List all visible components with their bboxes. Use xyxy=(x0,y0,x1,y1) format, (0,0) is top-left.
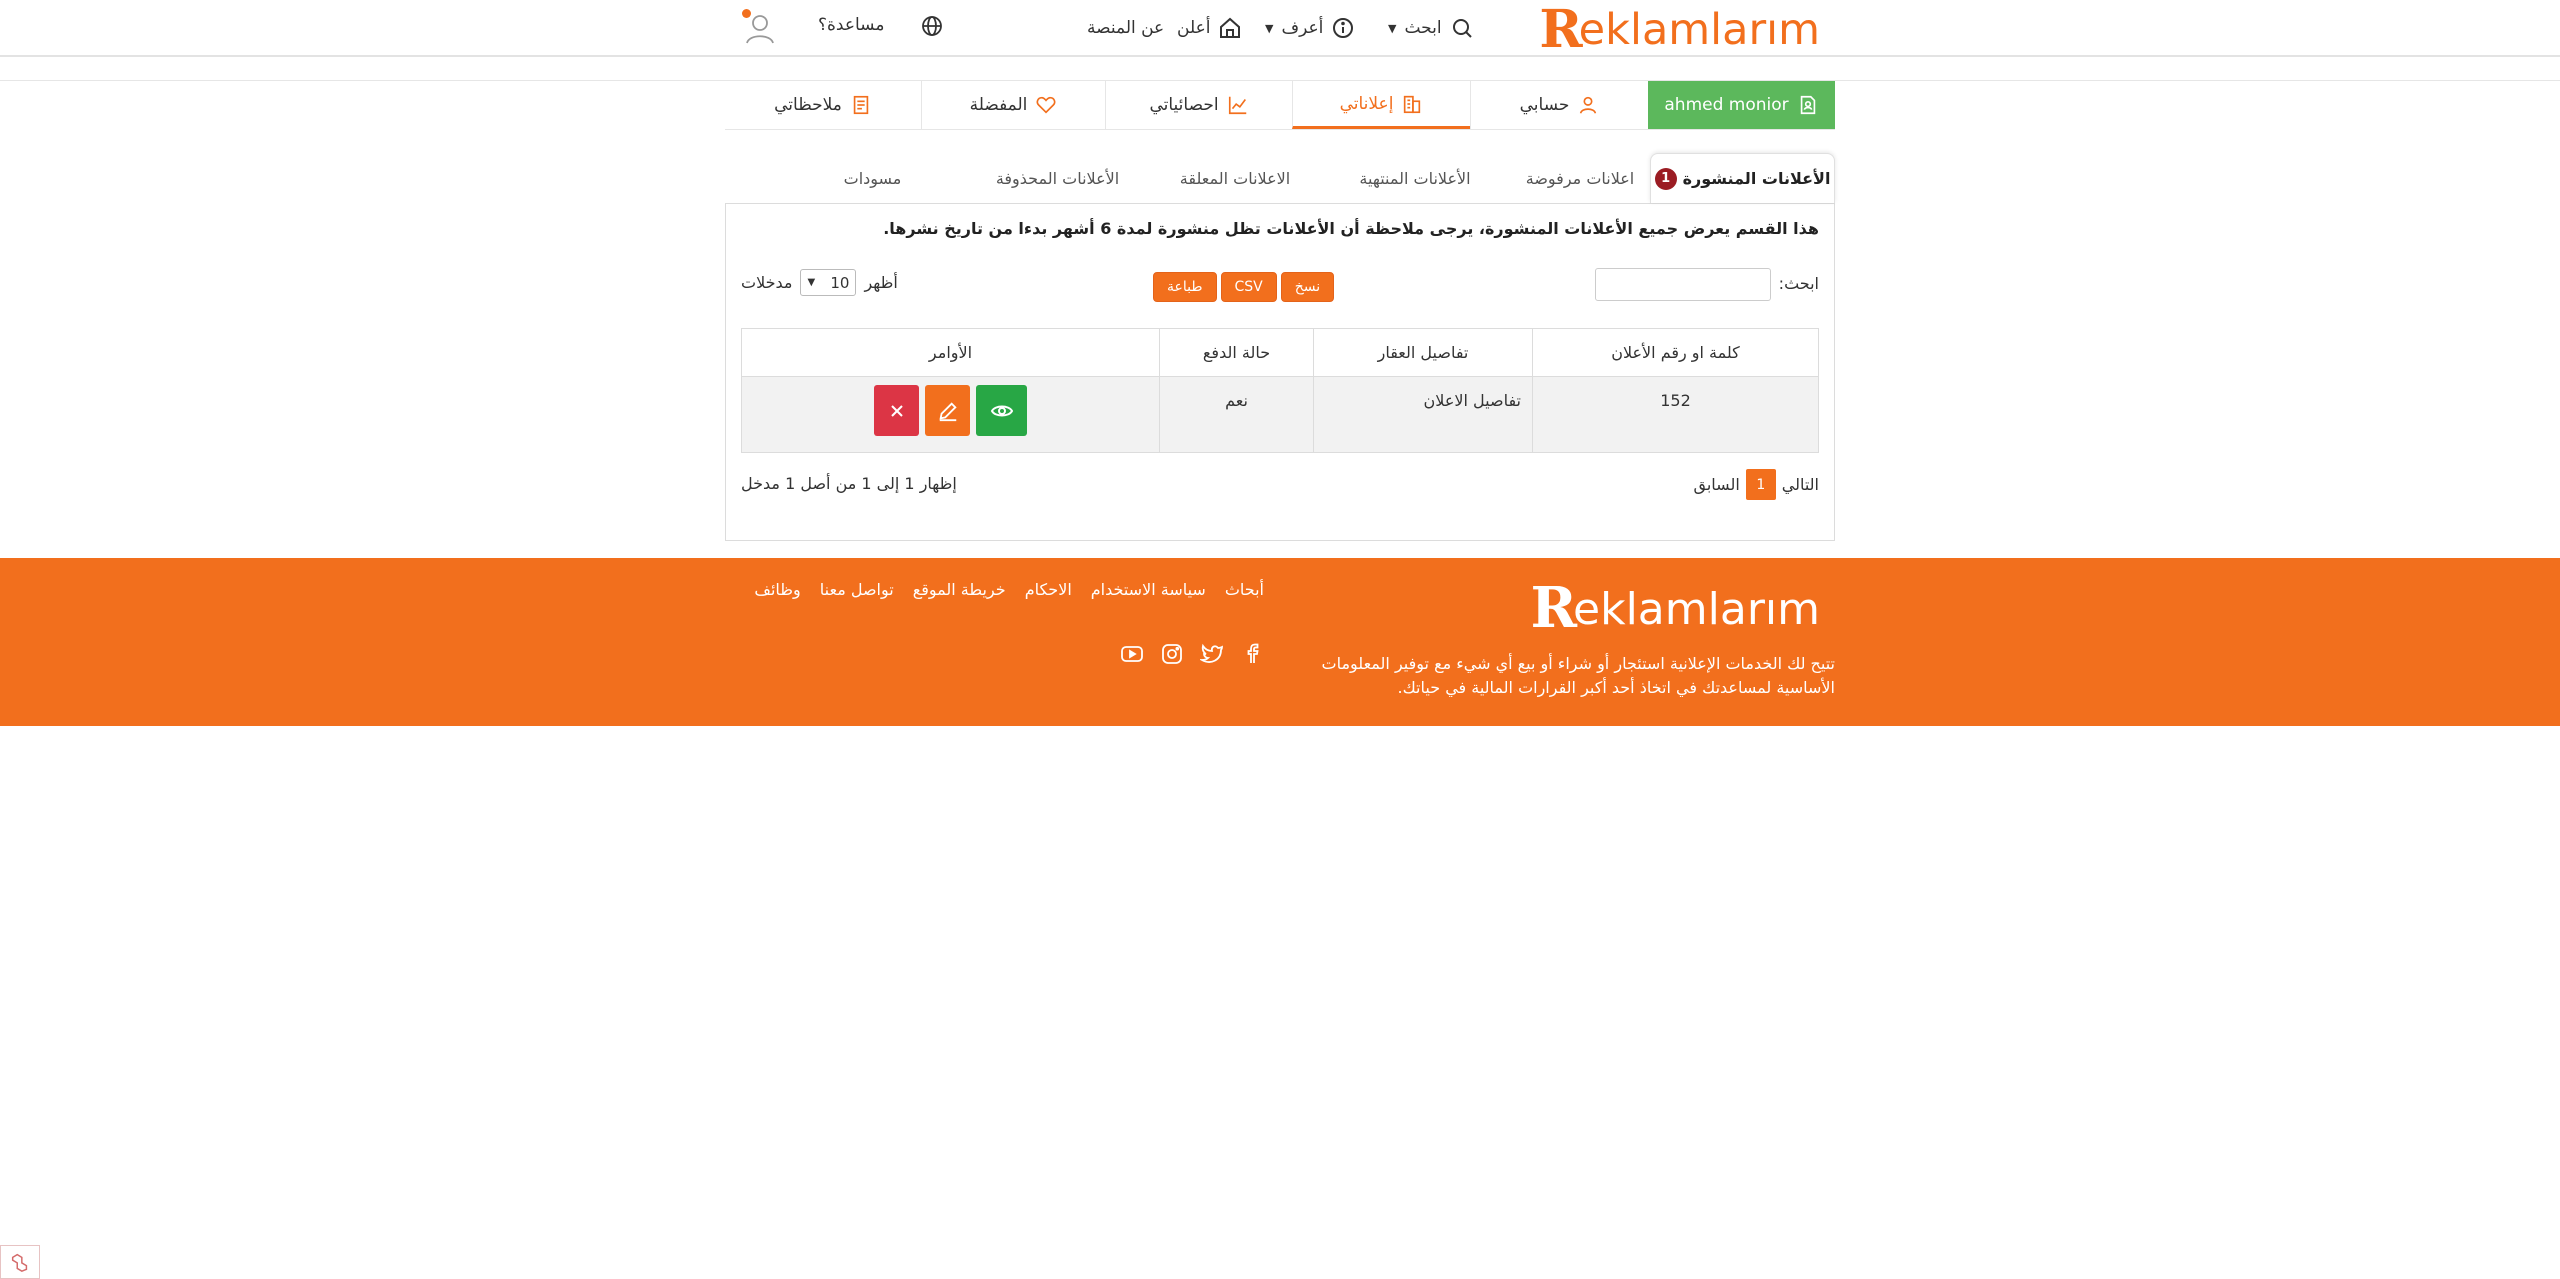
footer-link-terms[interactable]: الاحكام xyxy=(1025,580,1072,599)
published-ads-panel: هذا القسم يعرض جميع الأعلانات المنشورة، … xyxy=(725,203,1835,541)
tab-pending-ads[interactable]: الاعلانات المعلقة xyxy=(1150,153,1320,203)
copy-button[interactable]: نسخ xyxy=(1280,272,1335,302)
twitter-icon[interactable] xyxy=(1200,642,1224,666)
notes-icon xyxy=(853,95,869,115)
chart-line-icon xyxy=(1228,96,1246,115)
footer-logo[interactable]: Reklamlarım xyxy=(1530,580,1820,636)
view-button[interactable] xyxy=(976,385,1027,436)
footer-link-contact[interactable]: تواصل معنا xyxy=(820,580,894,599)
heart-icon xyxy=(1036,96,1056,114)
footer-links: وظائف تواصل معنا خريطة الموقع الاحكام سي… xyxy=(754,580,1264,599)
chevron-down-icon: ▼ xyxy=(807,277,816,288)
tab-my-ads[interactable]: إعلاناتي xyxy=(1292,81,1470,129)
page-length: مدخلات ▼ 10 أظهر xyxy=(741,269,898,296)
footer-link-usage-policy[interactable]: سياسة الاستخدام xyxy=(1091,580,1206,599)
account-tabs: ahmed monior حسابي إعلاناتي احصائياتي ال… xyxy=(725,81,1835,130)
ad-status-tabs: الأعلانات المنشورة 1 اعلانات مرفوضة الأع… xyxy=(725,153,1835,203)
nav-advertise[interactable]: أعلن xyxy=(1177,13,1242,43)
column-header: الأوامر xyxy=(741,328,1160,377)
site-logo[interactable]: Reklamlarım xyxy=(1539,4,1820,56)
help-link[interactable]: مساعدة؟ xyxy=(818,15,884,35)
chevron-down-icon: ▼ xyxy=(1388,21,1397,35)
footer-link-research[interactable]: أبحاث xyxy=(1225,580,1264,599)
tab-published-ads[interactable]: الأعلانات المنشورة 1 xyxy=(1650,153,1835,203)
csv-button[interactable]: CSV xyxy=(1220,272,1277,302)
tab-account[interactable]: حسابي xyxy=(1470,81,1648,129)
document-user-icon xyxy=(1800,95,1815,115)
ad-details-link[interactable]: تفاصيل الاعلان xyxy=(1313,376,1533,453)
footer-link-jobs[interactable]: وظائف xyxy=(754,580,800,599)
tab-notes[interactable]: ملاحظاتي xyxy=(725,81,921,129)
page-number-1[interactable]: 1 xyxy=(1745,469,1776,500)
column-header[interactable]: حالة الدفع xyxy=(1159,328,1314,377)
table-search-input[interactable] xyxy=(1595,268,1771,301)
facebook-icon[interactable] xyxy=(1240,642,1264,666)
ad-id-cell: 152 xyxy=(1532,376,1819,453)
pagination: السابق 1 التالي xyxy=(1694,469,1819,500)
section-notice: هذا القسم يعرض جميع الأعلانات المنشورة، … xyxy=(883,219,1819,238)
column-header[interactable]: كلمة او رقم الأعلان xyxy=(1532,328,1819,377)
print-button[interactable]: طباعة xyxy=(1153,272,1217,302)
site-footer: Reklamlarım تتيح لك الخدمات الإعلانية اس… xyxy=(0,558,2560,726)
user-icon xyxy=(1580,96,1597,114)
social-links xyxy=(1120,642,1264,666)
prev-page-link[interactable]: السابق xyxy=(1694,475,1740,494)
footer-link-sitemap[interactable]: خريطة الموقع xyxy=(913,580,1006,599)
building-icon xyxy=(1404,95,1421,113)
chevron-down-icon: ▼ xyxy=(1265,21,1274,35)
eye-icon xyxy=(990,405,1013,416)
export-buttons: طباعة CSV نسخ xyxy=(1153,272,1335,302)
instagram-icon[interactable] xyxy=(1160,642,1184,666)
debug-bar-icon[interactable] xyxy=(0,1245,40,1279)
actions-cell xyxy=(741,376,1160,453)
tab-expired-ads[interactable]: الأعلانات المنتهية xyxy=(1320,153,1510,203)
home-icon xyxy=(1220,17,1241,38)
page-length-select[interactable]: ▼ 10 xyxy=(800,269,857,296)
tab-user-profile[interactable]: ahmed monior xyxy=(1648,81,1835,129)
edit-button[interactable] xyxy=(925,385,970,436)
info-icon xyxy=(1333,18,1354,38)
tab-deleted-ads[interactable]: الأعلانات المحذوفة xyxy=(965,153,1150,203)
tab-drafts[interactable]: مسودات xyxy=(780,153,965,203)
globe-icon[interactable] xyxy=(920,14,944,38)
published-count-badge: 1 xyxy=(1654,167,1677,190)
table-row: 152 تفاصيل الاعلان نعم xyxy=(741,376,1819,453)
next-page-link[interactable]: التالي xyxy=(1782,475,1819,494)
nav-know[interactable]: أعرف ▼ xyxy=(1265,13,1355,43)
notification-dot xyxy=(742,9,751,18)
nav-search[interactable]: ابحث ▼ xyxy=(1388,13,1474,43)
tab-rejected-ads[interactable]: اعلانات مرفوضة xyxy=(1510,153,1650,203)
footer-description: تتيح لك الخدمات الإعلانية استئجار أو شرا… xyxy=(1321,654,1835,697)
table-info: إظهار 1 إلى 1 من أصل 1 مدخل xyxy=(741,474,957,493)
youtube-icon[interactable] xyxy=(1120,642,1144,666)
tab-stats[interactable]: احصائياتي xyxy=(1105,81,1292,129)
tab-favorites[interactable]: المفضلة xyxy=(921,81,1105,129)
delete-button[interactable] xyxy=(874,385,919,436)
column-header[interactable]: تفاصيل العقار xyxy=(1313,328,1533,377)
search-label: ابحث: xyxy=(1778,274,1819,293)
close-icon xyxy=(890,404,903,417)
pencil-icon xyxy=(938,401,957,421)
ads-table: كلمة او رقم الأعلان تفاصيل العقار حالة ا… xyxy=(741,328,1819,453)
top-header: Reklamlarım ابحث ▼ أعرف ▼ أعلن عن المنصة… xyxy=(0,0,2560,57)
payment-status-cell: نعم xyxy=(1159,376,1314,453)
search-icon xyxy=(1452,19,1472,38)
nav-about[interactable]: عن المنصة xyxy=(1087,13,1164,43)
